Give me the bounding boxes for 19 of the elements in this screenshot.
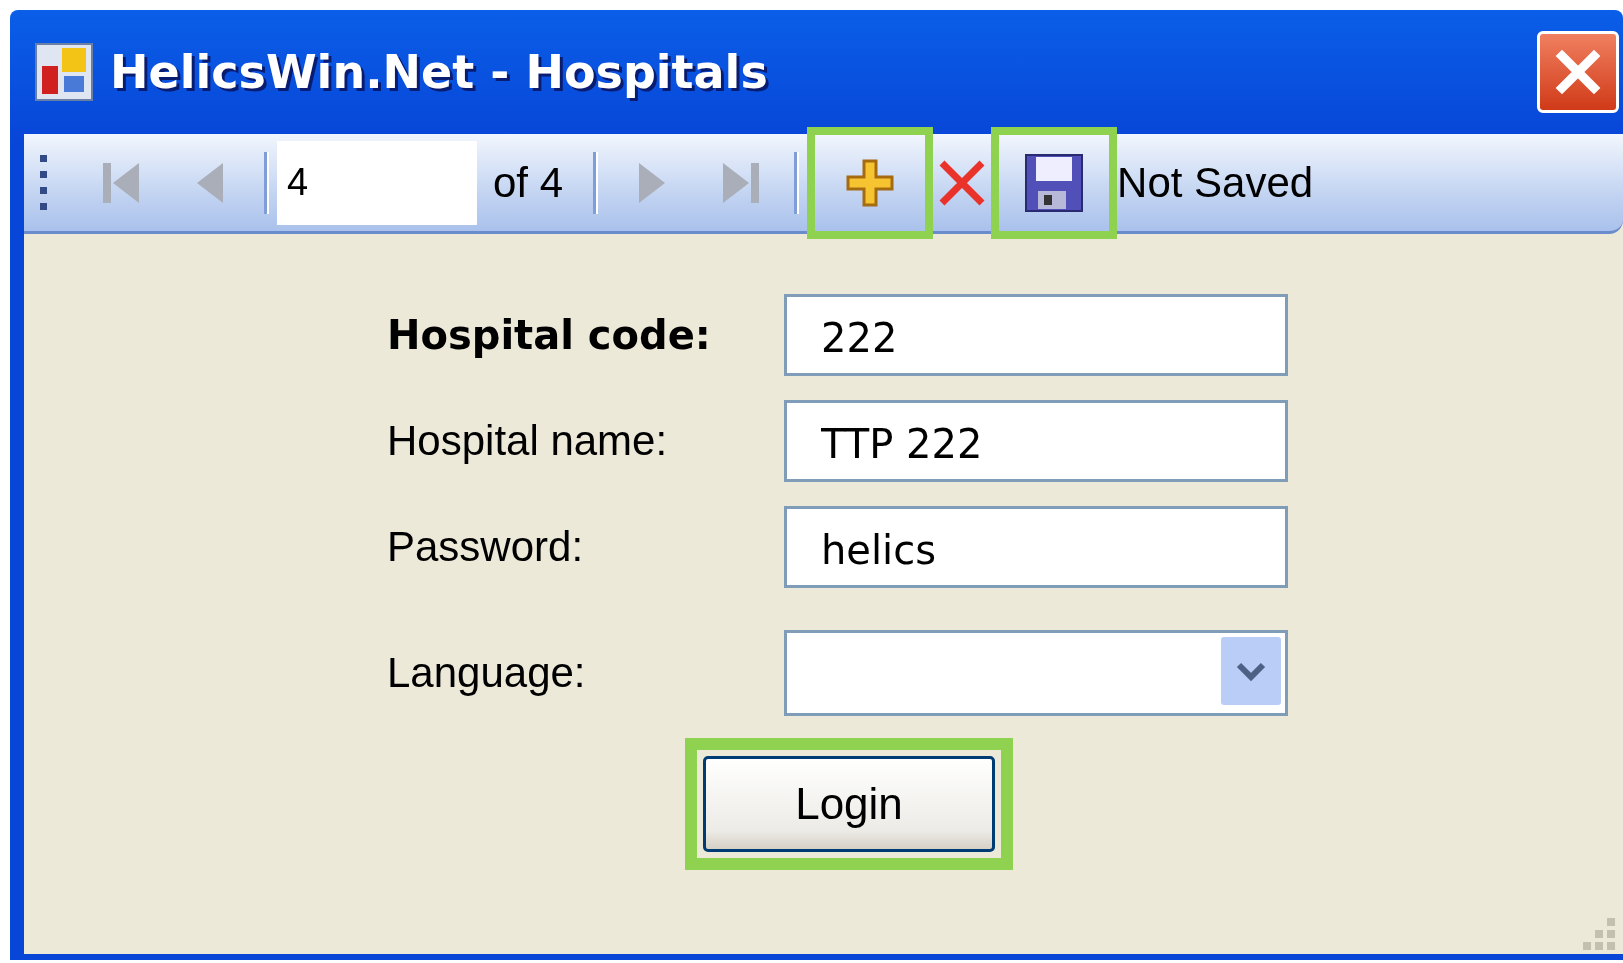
add-button[interactable]	[807, 126, 934, 239]
text-field[interactable]: helics	[784, 506, 1288, 588]
save-button[interactable]	[991, 126, 1118, 239]
text-field[interactable]: TTP 222	[784, 400, 1288, 482]
record-count: of 4	[493, 158, 564, 207]
text-field[interactable]: 222	[784, 294, 1288, 376]
app-icon	[34, 42, 94, 102]
close-button[interactable]	[1537, 31, 1619, 113]
save-status: Not Saved	[1117, 158, 1314, 207]
field-label: Password:	[387, 523, 585, 571]
login-button[interactable]: Login	[703, 756, 995, 852]
position-field[interactable]: 4	[277, 140, 477, 225]
field-label: Hospital code:	[387, 312, 712, 358]
chevron-down-icon	[1221, 637, 1281, 705]
grip-icon[interactable]	[38, 152, 50, 213]
field-label: Language:	[387, 649, 587, 697]
window-title: HelicsWin.Net - Hospitals	[110, 45, 769, 99]
field-label: Hospital name:	[387, 417, 669, 465]
language-dropdown[interactable]	[784, 630, 1288, 716]
